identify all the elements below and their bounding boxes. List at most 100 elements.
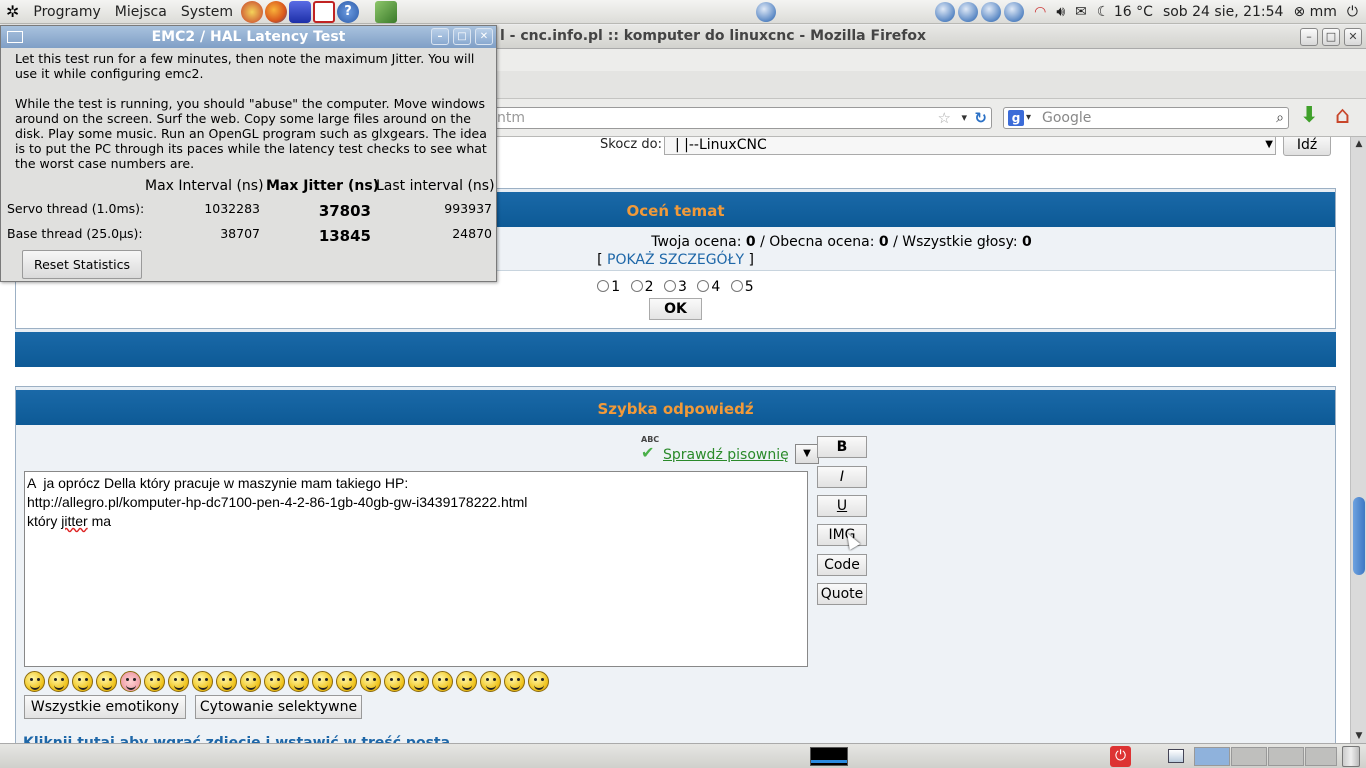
smiley-icon[interactable]	[432, 671, 453, 692]
tray-orb-icon[interactable]	[1004, 2, 1025, 22]
ubuntu-logo-icon[interactable]: ✲	[6, 2, 19, 21]
exclamation-icon[interactable]	[336, 671, 357, 692]
workspace-3[interactable]	[1268, 747, 1304, 766]
close-button[interactable]: ✕	[475, 28, 493, 45]
smiley-icon[interactable]	[456, 671, 477, 692]
download-icon[interactable]: ⬇	[1300, 105, 1318, 127]
smiley-icon[interactable]	[48, 671, 69, 692]
smiley-icon[interactable]	[96, 671, 117, 692]
italic-button[interactable]: I	[817, 466, 867, 488]
arrow-icon[interactable]	[264, 671, 285, 692]
firefox-icon[interactable]	[265, 0, 288, 23]
idea-icon[interactable]	[288, 671, 309, 692]
url-bar[interactable]: ntm ☆ ▾ ↻	[480, 107, 992, 129]
home-icon[interactable]: ⌂	[1335, 103, 1350, 127]
tray-orb-icon[interactable]	[756, 2, 776, 22]
tray-orb-icon[interactable]	[981, 2, 1002, 22]
rating-radio-4[interactable]: 4	[697, 279, 720, 295]
database-icon[interactable]	[289, 0, 312, 23]
smiley-icon[interactable]	[168, 671, 189, 692]
clock[interactable]: sob 24 sie, 21:54	[1163, 4, 1284, 20]
spellcheck-link[interactable]: Sprawdź pisownię	[663, 447, 789, 463]
maximize-button[interactable]: □	[1322, 28, 1340, 46]
smiley-icon[interactable]	[216, 671, 237, 692]
latency-test-titlebar[interactable]: EMC2 / HAL Latency Test – □ ✕	[1, 26, 496, 48]
smiley-icon[interactable]	[408, 671, 429, 692]
menu-programy[interactable]: Programy	[33, 4, 100, 20]
workspace-4[interactable]	[1305, 747, 1337, 766]
rate-ok-button[interactable]: OK	[649, 298, 702, 320]
smiley-icon[interactable]	[528, 671, 549, 692]
underline-button[interactable]: U	[817, 495, 867, 517]
help-icon[interactable]: ?	[337, 0, 360, 23]
power-icon[interactable]: ⏻	[1347, 4, 1358, 20]
message-textarea[interactable]: A ja oprócz Della który pracuje w maszyn…	[24, 471, 808, 667]
smiley-icon[interactable]	[24, 671, 45, 692]
workspace-2[interactable]	[1231, 747, 1267, 766]
eagle-launcher-icon[interactable]	[241, 0, 264, 23]
bold-button[interactable]: B	[817, 436, 867, 458]
minimize-button[interactable]: –	[431, 28, 449, 45]
quote-button[interactable]: Quote	[817, 583, 867, 605]
reset-statistics-button[interactable]: Reset Statistics	[22, 250, 142, 279]
menu-miejsca[interactable]: Miejsca	[115, 4, 167, 20]
rating-radio-1[interactable]: 1	[597, 279, 620, 295]
network-icon[interactable]: ◠	[1034, 4, 1046, 20]
url-text: ntm	[497, 110, 525, 126]
search-icon[interactable]: ⌕	[1276, 108, 1284, 128]
close-button[interactable]: ✕	[1344, 28, 1362, 46]
reload-icon[interactable]: ↻	[974, 108, 987, 128]
show-desktop-icon[interactable]	[1168, 749, 1184, 763]
scroll-up-icon[interactable]: ▲	[1351, 137, 1366, 151]
user-menu[interactable]: ⊗ mm	[1293, 4, 1336, 20]
menu-system[interactable]: System	[181, 4, 233, 20]
smiley-icon[interactable]	[480, 671, 501, 692]
volume-icon[interactable]: 🔊︎	[1056, 4, 1065, 20]
workspace-1[interactable]	[1194, 747, 1230, 766]
weather[interactable]: ☾ 16 °C	[1097, 4, 1153, 20]
smiley-icon[interactable]	[120, 671, 141, 692]
panel-tray: ◠ 🔊︎ ✉ ☾ 16 °C sob 24 sie, 21:54 ⊗ mm ⏻	[935, 0, 1358, 24]
system-monitor-icon[interactable]	[810, 747, 848, 766]
all-emoticons-button[interactable]: Wszystkie emotikony	[24, 695, 186, 719]
mail-icon[interactable]: ✉	[1075, 4, 1087, 20]
window-menu-icon[interactable]	[7, 31, 23, 43]
selective-quote-button[interactable]: Cytowanie selektywne	[195, 695, 362, 719]
chevron-down-icon[interactable]: ▾	[1026, 108, 1031, 128]
power-icon[interactable]: ⏻	[1110, 746, 1131, 767]
bookmark-star-icon[interactable]: ☆	[938, 108, 951, 128]
cnc-launcher-icon[interactable]	[313, 0, 336, 23]
smiley-icon[interactable]	[240, 671, 261, 692]
app-launcher-icon[interactable]	[375, 0, 398, 23]
smiley-icon[interactable]	[72, 671, 93, 692]
smiley-icon[interactable]	[144, 671, 165, 692]
spellcheck-dropdown[interactable]: ▼	[795, 444, 819, 464]
vertical-scrollbar[interactable]: ▲ ▼	[1350, 137, 1366, 743]
tray-orb-icon[interactable]	[958, 2, 979, 22]
google-icon[interactable]: g	[1008, 110, 1024, 126]
scroll-down-icon[interactable]: ▼	[1351, 729, 1366, 743]
upload-image-link[interactable]: Kliknij tutaj aby wgrać zdjęcie i wstawi…	[23, 735, 450, 743]
base-thread-label: Base thread (25.0µs):	[7, 226, 143, 241]
maximize-button[interactable]: □	[453, 28, 471, 45]
smiley-icon[interactable]	[384, 671, 405, 692]
scrollbar-thumb[interactable]	[1353, 497, 1365, 575]
trash-icon[interactable]	[1342, 746, 1360, 767]
smiley-icon[interactable]	[192, 671, 213, 692]
tray-orb-icon[interactable]	[935, 2, 956, 22]
code-button[interactable]: Code	[817, 554, 867, 576]
minimize-button[interactable]: –	[1300, 28, 1318, 46]
your-rating-value: 0	[745, 234, 756, 250]
chevron-down-icon[interactable]: ▾	[961, 108, 967, 128]
jump-select[interactable]: | |--LinuxCNC ▼	[664, 137, 1276, 155]
smiley-icon[interactable]	[504, 671, 525, 692]
go-button[interactable]: Idź	[1283, 137, 1331, 156]
smiley-icon[interactable]	[360, 671, 381, 692]
instructions-para-2: While the test is running, you should "a…	[15, 96, 487, 171]
rating-radio-2[interactable]: 2	[630, 279, 654, 295]
rating-radio-3[interactable]: 3	[664, 279, 687, 295]
rating-radio-5[interactable]: 5	[730, 279, 754, 295]
search-bar[interactable]: g ▾ Google ⌕	[1003, 107, 1289, 129]
question-icon[interactable]	[312, 671, 333, 692]
show-details-link[interactable]: POKAŻ SZCZEGÓŁY	[607, 252, 744, 268]
